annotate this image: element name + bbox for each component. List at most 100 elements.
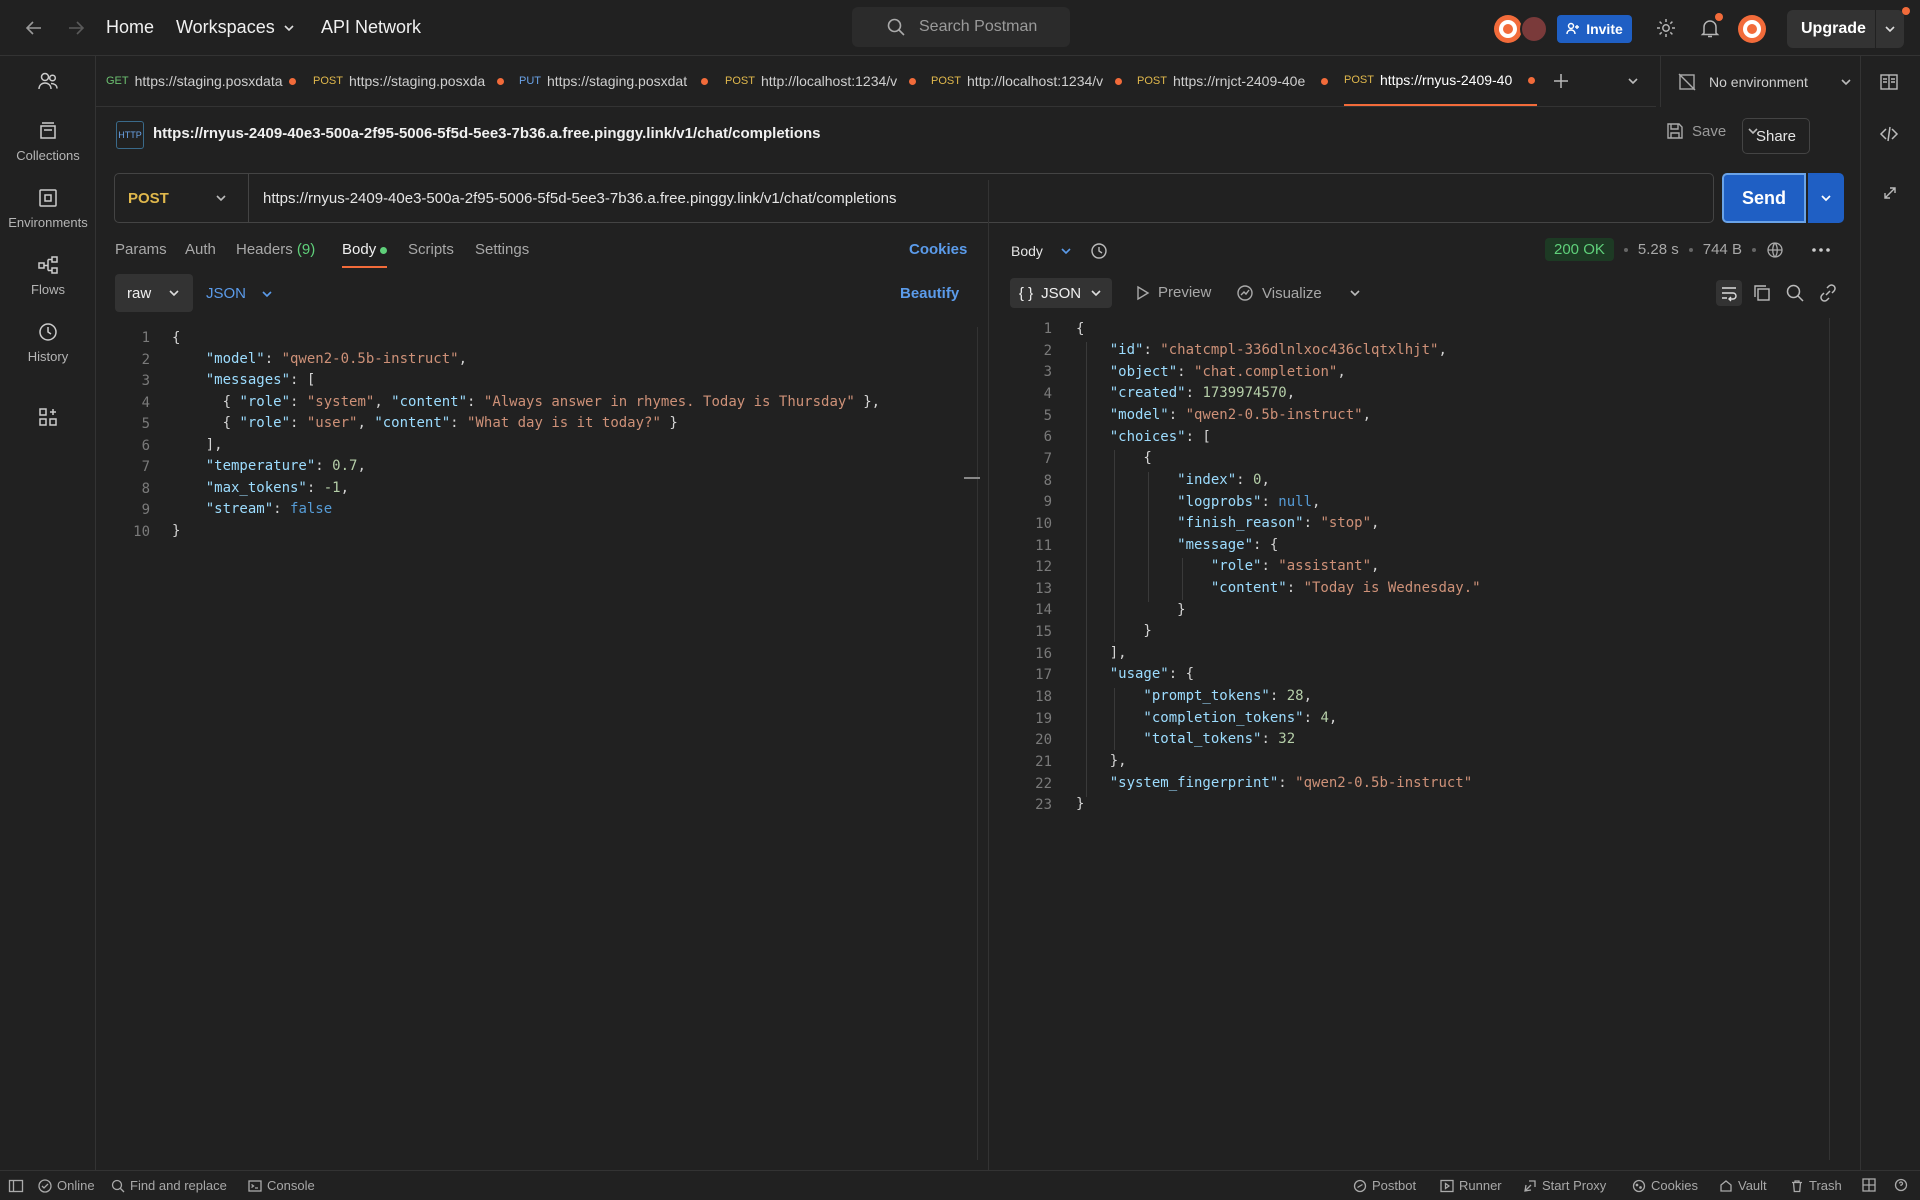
response-format-select[interactable]: { } JSON [1010,278,1112,308]
tab-auth[interactable]: Auth [185,241,216,258]
request-tab[interactable]: POST http://localhost:1234/v [725,56,916,106]
find-replace-button[interactable]: Find and replace [111,1178,227,1193]
runner-button[interactable]: Runner [1440,1178,1502,1193]
body-language-select[interactable]: JSON [206,285,274,302]
invite-button[interactable]: Invite [1557,15,1632,43]
api-network-link[interactable]: API Network [321,17,421,38]
method-select[interactable]: POST [115,174,249,222]
expand-icon[interactable] [1881,184,1899,202]
status-badge[interactable]: 200 OK [1545,238,1614,261]
body-mode-select[interactable]: raw [115,274,193,312]
code-icon[interactable] [1879,124,1899,144]
sidebar-item-collections[interactable]: Collections [0,120,96,163]
tab-settings[interactable]: Settings [475,241,529,258]
code-line: "id": "chatcmpl-336dlnlxoc436clqtxlhjt", [1076,342,1447,358]
forward-arrow-icon[interactable] [64,16,88,40]
home-label: Home [106,17,155,37]
code-line: ], [1076,645,1127,661]
request-tab[interactable]: POST https://rnjct-2409-40e [1137,56,1328,106]
request-tab-active[interactable]: POST https://rnyus-2409-40 [1344,56,1537,106]
chevron-down-icon[interactable] [1348,286,1362,300]
home-link[interactable]: Home [106,17,154,38]
request-tab[interactable]: POST http://localhost:1234/v [931,56,1122,106]
sidebar-item-environments[interactable]: Environments [0,187,96,230]
code-line: "message": { [1076,537,1279,553]
workspaces-menu[interactable]: Workspaces [176,17,297,38]
share-button[interactable]: Share [1742,118,1810,154]
request-title[interactable]: https://rnyus-2409-40e3-500a-2f95-5006-5… [153,125,821,142]
copy-icon[interactable] [1752,283,1772,303]
beautify-button[interactable]: Beautify [900,285,959,302]
request-body-editor[interactable]: 1 2 3 4 5 6 7 8 9 10 { "model": "qwen2-0.5b-instr… [106,327,980,1160]
response-body-viewer[interactable]: 1 2 3 4 5 6 7 8 9 10 11 12 13 14 15 16 17 18 19 20 21 22 23 { … [1000,318,1830,1160]
code-line: "role": "assistant", [1076,558,1380,574]
environment-selector[interactable]: No environment [1660,56,1860,107]
response-time[interactable]: 5.28 s [1638,241,1679,258]
workspace-overview-icon[interactable] [1879,72,1899,92]
user-avatar[interactable] [1738,15,1766,43]
url-input[interactable]: https://rnyus-2409-40e3-500a-2f95-5006-5… [249,190,896,207]
line-number: 2 [1043,342,1052,359]
tab-params[interactable]: Params [115,241,167,258]
link-icon[interactable] [1818,283,1838,303]
code-line: "total_tokens": 32 [1076,731,1296,747]
proxy-icon [1524,1179,1536,1192]
sidebar-item-flows[interactable]: Flows [0,254,96,297]
sidebar-item-history[interactable]: History [0,321,96,364]
layout-grid-icon[interactable] [1862,1178,1876,1192]
back-arrow-icon[interactable] [22,16,46,40]
chevron-down-icon [284,24,294,31]
http-request-icon: HTTP [116,121,144,149]
avatar[interactable] [1494,15,1522,43]
add-apps-icon[interactable] [0,406,96,428]
new-tab-plus-icon[interactable] [1552,56,1570,106]
response-view-select[interactable]: Body [1011,241,1109,261]
tab-headers[interactable]: Headers (9) [236,241,315,258]
wrap-lines-icon[interactable] [1716,280,1742,306]
settings-gear-icon[interactable] [1654,16,1678,40]
vault-button[interactable]: Vault [1719,1178,1767,1193]
toggle-sidebar-icon[interactable] [8,1178,24,1194]
code-line: { "role": "user", "content": "What day i… [172,415,678,431]
response-format-label: JSON [1041,284,1082,302]
tab-label: Scripts [408,241,454,258]
globe-icon[interactable] [1766,241,1784,259]
sidebar-item-label: History [27,349,69,364]
tab-title: http://localhost:1234/v [966,73,1104,89]
send-options-chevron-icon[interactable] [1808,173,1844,223]
request-tab[interactable]: GET https://staging.posxdata [106,56,296,106]
avatar[interactable] [1520,15,1548,43]
visualize-button[interactable]: Visualize [1236,284,1362,302]
request-tab[interactable]: PUT https://staging.posxdat [519,56,708,106]
chevron-down-icon[interactable] [1876,22,1904,36]
tab-scripts[interactable]: Scripts [408,241,454,258]
search-icon[interactable] [1785,283,1805,303]
tab-body[interactable]: Body [342,241,388,268]
line-number: 6 [1043,429,1052,446]
postbot-button[interactable]: Postbot [1353,1178,1416,1193]
cookies-button[interactable]: Cookies [1632,1178,1698,1193]
search-input[interactable]: Search Postman [852,7,1070,47]
tabs-menu-chevron-icon[interactable] [1626,56,1640,106]
panel-divider[interactable] [988,180,989,1170]
line-number: 2 [141,351,150,368]
history-icon[interactable] [1089,241,1109,261]
preview-button[interactable]: Preview [1134,284,1211,301]
cookies-link[interactable]: Cookies [909,241,967,258]
console-icon [248,1179,262,1192]
code-line: ], [172,437,223,453]
upgrade-button[interactable]: Upgrade [1787,10,1904,48]
online-status[interactable]: Online [38,1178,95,1193]
trash-button[interactable]: Trash [1790,1178,1842,1193]
code-line: { [172,330,181,346]
request-tab[interactable]: POST https://staging.posxda [313,56,504,106]
team-icon[interactable] [0,70,96,92]
more-options-icon[interactable] [1810,241,1832,259]
start-proxy-button[interactable]: Start Proxy [1523,1178,1606,1193]
console-button[interactable]: Console [248,1178,315,1193]
collections-icon [40,122,56,139]
help-icon[interactable] [1894,1178,1908,1192]
environments-icon [39,189,57,207]
response-size[interactable]: 744 B [1703,241,1742,258]
send-button[interactable]: Send [1722,173,1806,223]
